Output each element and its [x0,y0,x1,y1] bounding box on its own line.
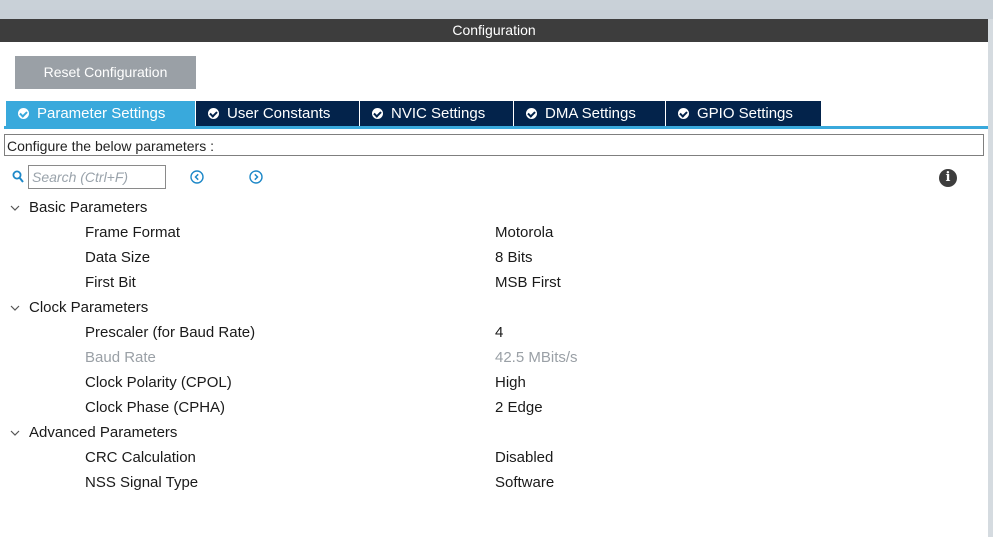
param-name: Data Size [85,249,151,266]
right-edge [988,19,993,537]
chevron-down-icon [10,430,20,436]
tab-label: DMA Settings [545,105,636,122]
param-name: NSS Signal Type [85,474,199,491]
check-circle-icon [18,108,29,119]
tab-label: Parameter Settings [37,105,166,122]
param-value-disabled: 42.5 MBits/s [495,349,578,366]
param-name: Clock Phase (CPHA) [85,399,226,416]
circle-chevron-left-icon[interactable] [190,170,204,184]
top-strip [0,0,993,10]
param-value[interactable]: Motorola [495,223,553,243]
group-label: Advanced Parameters [29,424,178,441]
param-value[interactable]: Software [495,473,554,493]
tab-underline [4,126,988,129]
group-label: Clock Parameters [29,299,149,316]
check-circle-icon [526,108,537,119]
tab-user-constants[interactable]: User Constants [196,101,360,126]
check-circle-icon [208,108,219,119]
param-value[interactable]: Disabled [495,448,553,468]
param-name: Clock Polarity (CPOL) [85,374,232,391]
group-label: Basic Parameters [29,199,148,216]
info-icon[interactable]: i [939,169,957,187]
panel-title: Configuration [0,19,988,42]
reset-configuration-button[interactable]: Reset Configuration [15,56,196,89]
tab-label: NVIC Settings [391,105,486,122]
chevron-down-icon [10,305,20,311]
group-clock-parameters[interactable]: Clock Parameters [10,298,148,318]
param-name: Prescaler (for Baud Rate) [85,324,256,341]
check-circle-icon [678,108,689,119]
tab-bar: Parameter Settings User Constants NVIC S… [6,101,822,126]
param-value[interactable]: 2 Edge [495,398,543,418]
tab-label: User Constants [227,105,331,122]
tab-dma-settings[interactable]: DMA Settings [514,101,666,126]
group-basic-parameters[interactable]: Basic Parameters [10,198,147,218]
tab-label: GPIO Settings [697,105,793,122]
param-name: CRC Calculation [85,449,196,466]
param-value[interactable]: MSB First [495,273,561,293]
configuration-panel: Reset Configuration Parameter Settings U… [0,42,988,537]
param-name-disabled: Baud Rate [85,349,156,366]
search-input[interactable]: Search (Ctrl+F) [28,165,166,189]
param-name: First Bit [85,274,136,291]
chevron-down-icon [10,205,20,211]
search-icon[interactable] [12,170,24,184]
circle-chevron-right-icon[interactable] [249,170,263,184]
tab-gpio-settings[interactable]: GPIO Settings [666,101,822,126]
param-value[interactable]: 4 [495,323,503,343]
tab-nvic-settings[interactable]: NVIC Settings [360,101,514,126]
description-box: Configure the below parameters : [4,134,984,156]
group-advanced-parameters[interactable]: Advanced Parameters [10,423,177,443]
check-circle-icon [372,108,383,119]
param-value[interactable]: High [495,373,526,393]
tab-parameter-settings[interactable]: Parameter Settings [6,101,196,126]
param-value[interactable]: 8 Bits [495,248,533,268]
param-name: Frame Format [85,224,181,241]
